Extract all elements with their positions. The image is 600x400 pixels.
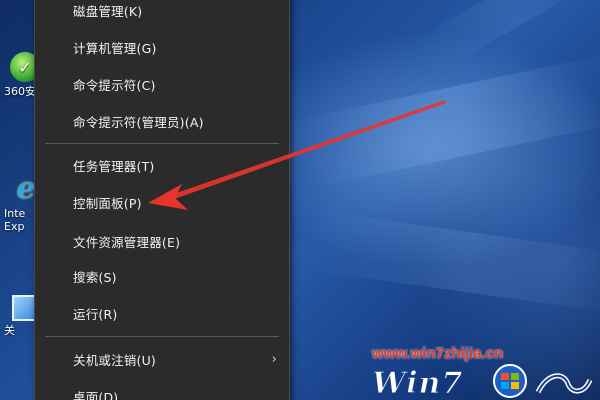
menu-item-desktop[interactable]: 桌面(D) (35, 383, 289, 400)
menu-separator (45, 143, 279, 144)
winx-context-menu: 磁盘管理(K) 计算机管理(G) 命令提示符(C) 命令提示符(管理员)(A) … (34, 0, 290, 400)
desktop-icon-shutdown[interactable]: 关 (4, 295, 42, 337)
windows-logo-icon (493, 364, 527, 398)
menu-item-label: 控制面板(P) (73, 195, 142, 211)
menu-item-label: 关机或注销(U) (73, 352, 157, 368)
wallpaper-light-beam (292, 52, 600, 190)
swirl-decoration-icon (535, 373, 593, 394)
menu-item-label: 计算机管理(G) (73, 40, 157, 56)
wallpaper-light-beam (305, 210, 600, 315)
menu-item-command-prompt[interactable]: 命令提示符(C) (35, 71, 289, 97)
desktop-icon-label: 关 (4, 324, 15, 337)
menu-item-label: 搜索(S) (73, 269, 117, 285)
desktop-icon-label: 360安 (4, 85, 36, 98)
menu-item-shutdown-sign-out[interactable]: 关机或注销(U) › (35, 346, 289, 372)
menu-item-label: 任务管理器(T) (73, 158, 155, 174)
menu-item-file-explorer[interactable]: 文件资源管理器(E) (35, 228, 289, 254)
menu-item-run[interactable]: 运行(R) (35, 300, 289, 326)
menu-item-label: 命令提示符(C) (73, 77, 156, 93)
menu-item-search[interactable]: 搜索(S) (35, 263, 289, 289)
menu-item-label: 磁盘管理(K) (73, 3, 143, 19)
desktop-icon-label: Inte Exp (4, 207, 26, 233)
menu-item-label: 命令提示符(管理员)(A) (73, 114, 204, 130)
menu-item-command-prompt-admin[interactable]: 命令提示符(管理员)(A) (35, 108, 289, 134)
watermark-logo-text: Win7 (371, 366, 464, 400)
menu-item-task-manager[interactable]: 任务管理器(T) (35, 152, 289, 178)
menu-item-label: 桌面(D) (73, 389, 119, 400)
menu-item-label: 运行(R) (73, 306, 118, 322)
menu-item-computer-management[interactable]: 计算机管理(G) (35, 34, 289, 60)
menu-item-label: 文件资源管理器(E) (73, 234, 181, 250)
menu-separator (45, 336, 279, 337)
chevron-right-icon: › (271, 351, 277, 367)
watermark-url: www.win7zhijia.cn (372, 345, 504, 362)
menu-item-disk-management[interactable]: 磁盘管理(K) (35, 0, 289, 23)
watermark-logo: Win7 (371, 364, 600, 400)
desktop-icon-360[interactable]: ✓ 360安 (4, 52, 40, 98)
desktop-icon-internet-explorer[interactable]: e Inte Exp (4, 172, 38, 233)
menu-item-control-panel[interactable]: 控制面板(P) (35, 189, 289, 215)
